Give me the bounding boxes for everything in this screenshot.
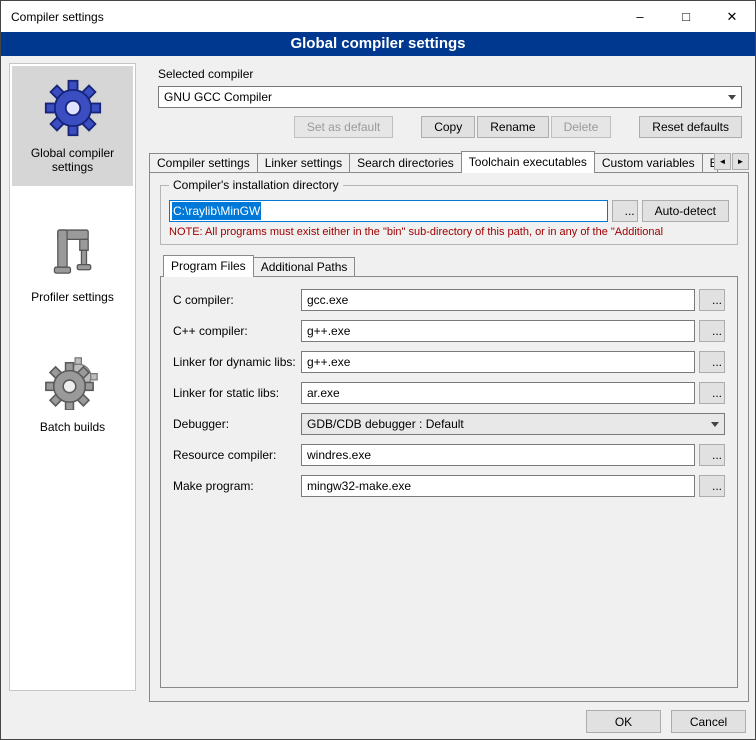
browse-make-program-button[interactable]: ... [699, 475, 725, 497]
resource-compiler-value: windres.exe [307, 448, 371, 462]
sidebar-item-label: Profiler settings [16, 290, 129, 304]
dynamic-linker-value: g++.exe [307, 355, 350, 369]
profiler-clamp-icon [16, 220, 129, 284]
rename-button[interactable]: Rename [477, 116, 548, 138]
debugger-label: Debugger: [173, 417, 301, 431]
program-files-panel: C compiler: gcc.exe ... C++ compiler: g+… [160, 276, 738, 688]
window-title: Compiler settings [1, 10, 617, 24]
field-row: Make program: mingw32-make.exe ... [173, 475, 725, 497]
dynamic-linker-input[interactable]: g++.exe [301, 351, 695, 373]
settings-category-sidebar: Global compiler settings Profiler settin… [9, 63, 136, 691]
c-compiler-label: C compiler: [173, 293, 301, 307]
dialog-footer: OK Cancel [146, 710, 746, 733]
compiler-settings-dialog: Compiler settings – □ ✕ Global compiler … [0, 0, 756, 740]
debugger-select[interactable]: GDB/CDB debugger : Default [301, 413, 725, 435]
sidebar-item-batch-builds[interactable]: Batch builds [12, 340, 133, 446]
debugger-value: GDB/CDB debugger : Default [307, 417, 706, 431]
browse-directory-button[interactable]: ... [612, 200, 638, 222]
copy-button[interactable]: Copy [421, 116, 475, 138]
auto-detect-button[interactable]: Auto-detect [642, 200, 729, 222]
page-title: Global compiler settings [1, 32, 755, 56]
tab-toolchain-executables[interactable]: Toolchain executables [461, 151, 595, 173]
tab-custom-variables[interactable]: Custom variables [594, 153, 703, 172]
cancel-button[interactable]: Cancel [671, 710, 746, 733]
dynamic-linker-label: Linker for dynamic libs: [173, 355, 301, 369]
chevron-down-icon [706, 422, 724, 427]
cpp-compiler-label: C++ compiler: [173, 324, 301, 338]
chevron-down-icon [723, 87, 741, 107]
settings-tabstrip: Compiler settings Linker settings Search… [149, 151, 749, 172]
reset-defaults-button[interactable]: Reset defaults [639, 116, 742, 138]
browse-static-linker-button[interactable]: ... [699, 382, 725, 404]
bin-subdirectory-note: NOTE: All programs must exist either in … [169, 226, 729, 238]
main-panel: Selected compiler GNU GCC Compiler Set a… [146, 63, 749, 733]
c-compiler-input[interactable]: gcc.exe [301, 289, 695, 311]
tab-compiler-settings[interactable]: Compiler settings [149, 153, 258, 172]
toolchain-executables-panel: Compiler's installation directory C:\ray… [149, 172, 749, 702]
titlebar: Compiler settings – □ ✕ [1, 1, 755, 32]
sidebar-item-label: Batch builds [16, 420, 129, 434]
field-row: Linker for dynamic libs: g++.exe ... [173, 351, 725, 373]
delete-button[interactable]: Delete [551, 116, 612, 138]
sidebar-item-profiler-settings[interactable]: Profiler settings [12, 210, 133, 316]
close-button[interactable]: ✕ [709, 1, 755, 32]
compiler-select-value: GNU GCC Compiler [159, 90, 723, 104]
selected-compiler-label: Selected compiler [158, 67, 749, 81]
compiler-actions: Set as default Copy Rename Delete Reset … [158, 116, 742, 138]
blue-gear-icon [16, 76, 129, 140]
static-linker-input[interactable]: ar.exe [301, 382, 695, 404]
field-row: Debugger: GDB/CDB debugger : Default [173, 413, 725, 435]
make-program-value: mingw32-make.exe [307, 479, 411, 493]
field-row: C++ compiler: g++.exe ... [173, 320, 725, 342]
resource-compiler-label: Resource compiler: [173, 448, 301, 462]
installation-directory-input[interactable]: C:\raylib\MinGW [169, 200, 608, 222]
browse-resource-compiler-button[interactable]: ... [699, 444, 725, 466]
field-row: C compiler: gcc.exe ... [173, 289, 725, 311]
tab-program-files[interactable]: Program Files [163, 255, 254, 277]
gray-gears-icon [16, 350, 129, 414]
tab-linker-settings[interactable]: Linker settings [257, 153, 350, 172]
cpp-compiler-value: g++.exe [307, 324, 350, 338]
resource-compiler-input[interactable]: windres.exe [301, 444, 695, 466]
static-linker-label: Linker for static libs: [173, 386, 301, 400]
browse-dynamic-linker-button[interactable]: ... [699, 351, 725, 373]
tab-scroll-left-icon[interactable]: ◄ [714, 153, 731, 170]
make-program-input[interactable]: mingw32-make.exe [301, 475, 695, 497]
minimize-button[interactable]: – [617, 1, 663, 32]
browse-cpp-compiler-button[interactable]: ... [699, 320, 725, 342]
program-files-tabstrip: Program Files Additional Paths [163, 255, 748, 276]
ok-button[interactable]: OK [586, 710, 661, 733]
installation-directory-group: Compiler's installation directory C:\ray… [160, 185, 738, 245]
sidebar-item-global-compiler-settings[interactable]: Global compiler settings [12, 66, 133, 186]
tab-scroll-right-icon[interactable]: ► [732, 153, 749, 170]
compiler-select[interactable]: GNU GCC Compiler [158, 86, 742, 108]
installation-directory-value: C:\raylib\MinGW [172, 202, 261, 220]
set-as-default-button[interactable]: Set as default [294, 116, 393, 138]
cpp-compiler-input[interactable]: g++.exe [301, 320, 695, 342]
make-program-label: Make program: [173, 479, 301, 493]
sidebar-item-label: Global compiler settings [16, 146, 129, 174]
installation-directory-title: Compiler's installation directory [169, 178, 343, 192]
tab-additional-paths[interactable]: Additional Paths [253, 257, 356, 276]
tab-search-directories[interactable]: Search directories [349, 153, 462, 172]
browse-c-compiler-button[interactable]: ... [699, 289, 725, 311]
field-row: Linker for static libs: ar.exe ... [173, 382, 725, 404]
maximize-button[interactable]: □ [663, 1, 709, 32]
c-compiler-value: gcc.exe [307, 293, 348, 307]
static-linker-value: ar.exe [307, 386, 340, 400]
field-row: Resource compiler: windres.exe ... [173, 444, 725, 466]
